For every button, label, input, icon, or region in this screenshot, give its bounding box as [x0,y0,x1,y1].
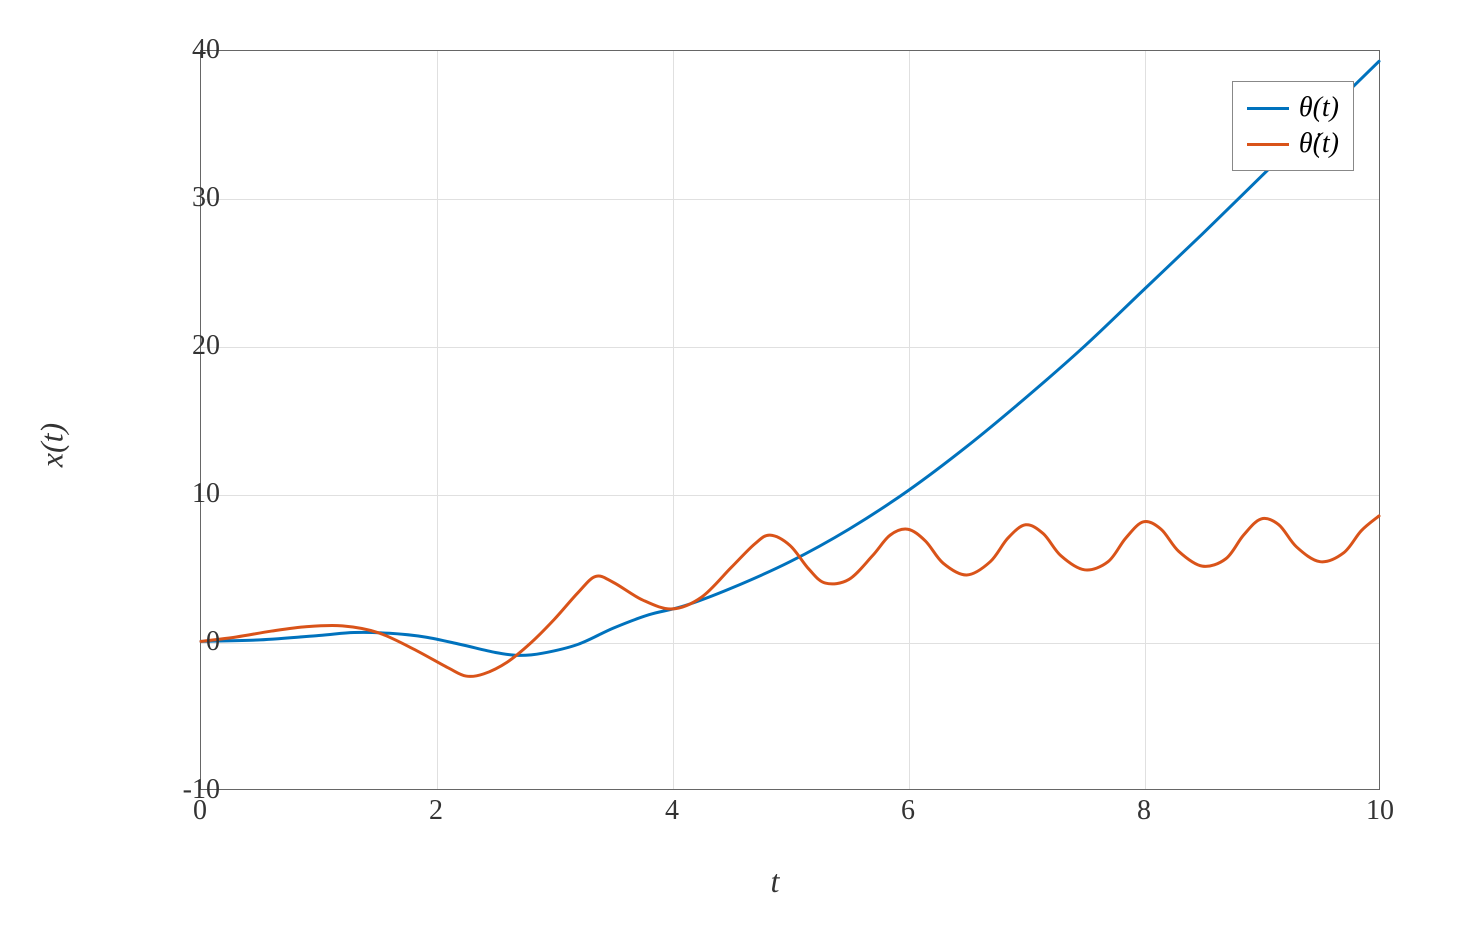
y-axis-label: x(t) [34,423,71,467]
plot-area: θ(t) θ̇(t) [200,50,1380,790]
y-tick-label: 10 [192,478,220,510]
legend-item-theta: θ(t) [1247,90,1339,126]
x-tick-label: 2 [429,795,443,827]
legend: θ(t) θ̇(t) [1232,81,1354,171]
y-tick-label: 20 [192,330,220,362]
legend-swatch [1247,107,1289,110]
chart-lines-svg [201,51,1379,789]
y-tick-label: 0 [206,626,220,658]
x-tick-label: 8 [1137,795,1151,827]
y-tick-label: 30 [192,182,220,214]
legend-label: θ(t) [1299,92,1339,124]
x-tick-label: 6 [901,795,915,827]
x-tick-label: 4 [665,795,679,827]
x-axis-label: t [771,863,780,900]
legend-item-theta-dot: θ̇(t) [1247,126,1339,162]
legend-swatch [1247,143,1289,146]
y-tick-label: 40 [192,34,220,66]
series-line [201,516,1379,677]
legend-label: θ̇(t) [1299,128,1339,160]
x-tick-label: 10 [1366,795,1394,827]
y-tick-label: -10 [183,774,220,806]
chart-container: θ(t) θ̇(t) t x(t) 0246810-10010203040 [140,40,1410,850]
